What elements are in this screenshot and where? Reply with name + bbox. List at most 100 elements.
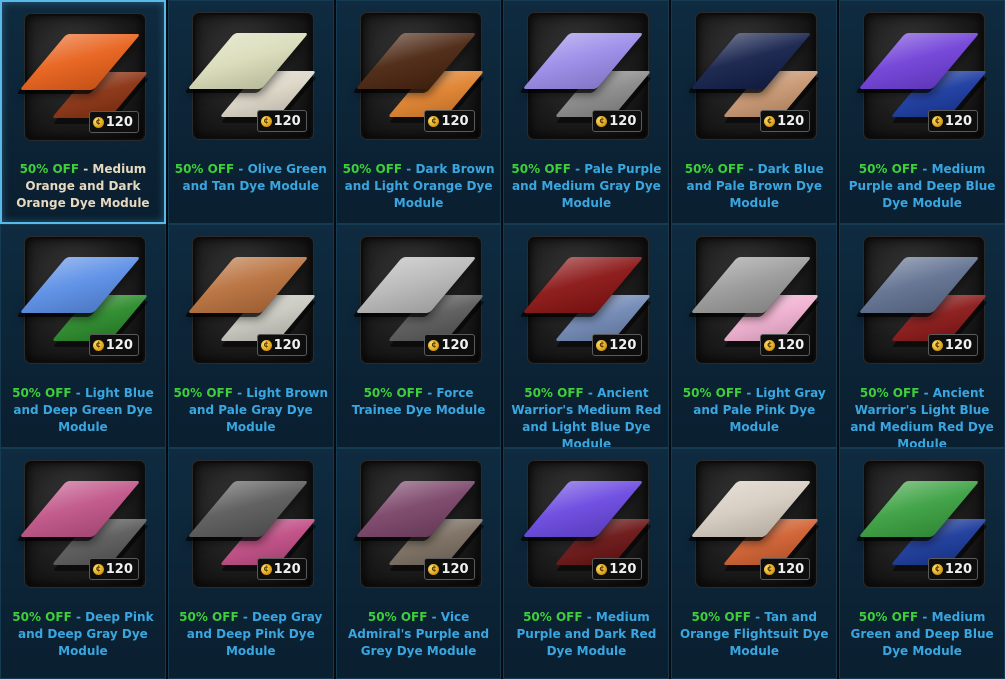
discount-label: 50% OFF bbox=[173, 386, 233, 400]
discount-label: 50% OFF bbox=[363, 386, 424, 400]
dye-module-tile[interactable]: ¢ 120 50% OFF - Dark Blue and Pale Brown… bbox=[671, 0, 838, 224]
cartel-coin-icon: ¢ bbox=[428, 339, 440, 351]
dye-module-icon: ¢ 120 bbox=[187, 13, 317, 139]
dye-module-tile[interactable]: ¢ 120 50% OFF - Light Blue and Deep Gree… bbox=[0, 224, 166, 448]
price-value: 120 bbox=[609, 113, 637, 129]
price-value: 120 bbox=[609, 561, 637, 577]
dye-module-tile[interactable]: ¢ 120 50% OFF - Pale Purple and Medium G… bbox=[503, 0, 670, 224]
dye-module-tile[interactable]: ¢ 120 50% OFF - Medium Purple and Deep B… bbox=[839, 0, 1005, 224]
discount-label: 50% OFF bbox=[19, 162, 80, 176]
cartel-coin-icon: ¢ bbox=[931, 339, 943, 351]
dye-module-icon: ¢ 120 bbox=[355, 13, 484, 139]
discount-label: 50% OFF bbox=[523, 610, 583, 624]
price-value: 120 bbox=[105, 337, 133, 353]
price-badge: ¢ 120 bbox=[760, 110, 811, 132]
dye-module-tile[interactable]: ¢ 120 50% OFF - Olive Green and Tan Dye … bbox=[167, 0, 334, 224]
cartel-coin-icon: ¢ bbox=[931, 563, 943, 575]
price-badge: ¢ 120 bbox=[927, 558, 979, 580]
price-badge: ¢ 120 bbox=[424, 558, 475, 580]
item-caption: 50% OFF - Pale Purple and Medium Gray Dy… bbox=[508, 161, 664, 212]
item-caption: 50% OFF - Medium Purple and Deep Blue Dy… bbox=[844, 161, 1000, 212]
price-value: 120 bbox=[777, 337, 805, 353]
dye-module-tile[interactable]: ¢ 120 50% OFF - Deep Gray and Deep Pink … bbox=[167, 448, 334, 679]
cartel-coin-icon: ¢ bbox=[596, 339, 608, 351]
price-value: 120 bbox=[273, 113, 301, 129]
item-caption: 50% OFF - Deep Gray and Deep Pink Dye Mo… bbox=[173, 609, 329, 660]
price-value: 120 bbox=[441, 337, 469, 353]
item-caption: 50% OFF - Ancient Warrior's Medium Red a… bbox=[508, 385, 664, 447]
price-badge: ¢ 120 bbox=[424, 110, 475, 132]
cartel-coin-icon: ¢ bbox=[92, 339, 104, 351]
item-caption: 50% OFF - Deep Pink and Deep Gray Dye Mo… bbox=[5, 609, 161, 660]
price-badge: ¢ 120 bbox=[88, 111, 139, 133]
cartel-coin-icon: ¢ bbox=[260, 115, 272, 127]
caption-separator: - bbox=[583, 386, 598, 400]
dye-module-tile[interactable]: ¢ 120 50% OFF - Vice Admiral's Purple an… bbox=[335, 448, 502, 679]
discount-label: 50% OFF bbox=[858, 162, 919, 176]
dye-module-tile[interactable]: ¢ 120 50% OFF - Medium Green and Deep Bl… bbox=[839, 448, 1005, 679]
dye-module-icon: ¢ 120 bbox=[858, 13, 988, 139]
discount-label: 50% OFF bbox=[691, 610, 751, 624]
price-value: 120 bbox=[609, 337, 637, 353]
price-badge: ¢ 120 bbox=[592, 558, 643, 580]
caption-separator: - bbox=[427, 610, 441, 624]
dye-module-icon: ¢ 120 bbox=[187, 461, 317, 587]
dye-module-grid: ¢ 120 50% OFF - Medium Orange and Dark O… bbox=[0, 0, 1005, 679]
caption-separator: - bbox=[570, 162, 585, 176]
price-badge: ¢ 120 bbox=[927, 334, 979, 356]
price-badge: ¢ 120 bbox=[592, 334, 643, 356]
discount-label: 50% OFF bbox=[524, 386, 584, 400]
price-badge: ¢ 120 bbox=[88, 334, 139, 356]
cartel-coin-icon: ¢ bbox=[931, 115, 943, 127]
price-badge: ¢ 120 bbox=[927, 110, 979, 132]
price-badge: ¢ 120 bbox=[256, 110, 307, 132]
dye-module-icon: ¢ 120 bbox=[858, 237, 988, 363]
item-caption: 50% OFF - Force Trainee Dye Module bbox=[341, 385, 497, 419]
cartel-coin-icon: ¢ bbox=[428, 563, 440, 575]
dye-module-tile[interactable]: ¢ 120 50% OFF - Force Trainee Dye Module bbox=[335, 224, 502, 448]
dye-module-icon: ¢ 120 bbox=[690, 13, 820, 139]
discount-label: 50% OFF bbox=[342, 162, 403, 176]
dye-module-icon: ¢ 120 bbox=[187, 237, 317, 363]
caption-separator: - bbox=[744, 162, 758, 176]
dye-module-icon: ¢ 120 bbox=[522, 461, 652, 587]
item-caption: 50% OFF - Light Gray and Pale Pink Dye M… bbox=[676, 385, 832, 436]
caption-separator: - bbox=[742, 386, 756, 400]
caption-separator: - bbox=[582, 610, 596, 624]
cartel-coin-icon: ¢ bbox=[596, 115, 608, 127]
discount-label: 50% OFF bbox=[511, 162, 571, 176]
caption-separator: - bbox=[919, 386, 933, 400]
discount-label: 50% OFF bbox=[684, 162, 745, 176]
caption-separator: - bbox=[238, 610, 252, 624]
dye-module-tile[interactable]: ¢ 120 50% OFF - Tan and Orange Flightsui… bbox=[671, 448, 838, 679]
dye-module-icon: ¢ 120 bbox=[522, 13, 652, 139]
price-value: 120 bbox=[944, 113, 973, 129]
cartel-coin-icon: ¢ bbox=[260, 563, 272, 575]
caption-separator: - bbox=[423, 386, 437, 400]
cartel-coin-icon: ¢ bbox=[92, 116, 104, 128]
price-badge: ¢ 120 bbox=[760, 334, 811, 356]
item-caption: 50% OFF - Medium Orange and Dark Orange … bbox=[6, 161, 160, 212]
dye-module-tile[interactable]: ¢ 120 50% OFF - Medium Purple and Dark R… bbox=[503, 448, 670, 679]
dye-module-tile[interactable]: ¢ 120 50% OFF - Dark Brown and Light Ora… bbox=[335, 0, 502, 224]
cartel-coin-icon: ¢ bbox=[764, 563, 776, 575]
caption-separator: - bbox=[402, 162, 416, 176]
discount-label: 50% OFF bbox=[858, 610, 919, 624]
item-caption: 50% OFF - Dark Brown and Light Orange Dy… bbox=[341, 161, 497, 212]
price-value: 120 bbox=[105, 114, 133, 130]
dye-module-tile[interactable]: ¢ 120 50% OFF - Ancient Warrior's Medium… bbox=[503, 224, 670, 448]
dye-module-tile[interactable]: ¢ 120 50% OFF - Ancient Warrior's Light … bbox=[839, 224, 1005, 448]
discount-label: 50% OFF bbox=[859, 386, 920, 400]
dye-module-icon: ¢ 120 bbox=[522, 237, 652, 363]
price-value: 120 bbox=[944, 337, 973, 353]
price-value: 120 bbox=[273, 561, 301, 577]
item-caption: 50% OFF - Medium Green and Deep Blue Dye… bbox=[844, 609, 1000, 660]
price-badge: ¢ 120 bbox=[424, 334, 475, 356]
caption-separator: - bbox=[750, 610, 765, 624]
item-caption: 50% OFF - Ancient Warrior's Light Blue a… bbox=[844, 385, 1000, 447]
dye-module-tile[interactable]: ¢ 120 50% OFF - Medium Orange and Dark O… bbox=[0, 0, 166, 224]
dye-module-tile[interactable]: ¢ 120 50% OFF - Light Gray and Pale Pink… bbox=[671, 224, 838, 448]
dye-module-tile[interactable]: ¢ 120 50% OFF - Light Brown and Pale Gra… bbox=[167, 224, 334, 448]
cartel-coin-icon: ¢ bbox=[428, 115, 440, 127]
dye-module-tile[interactable]: ¢ 120 50% OFF - Deep Pink and Deep Gray … bbox=[0, 448, 166, 679]
